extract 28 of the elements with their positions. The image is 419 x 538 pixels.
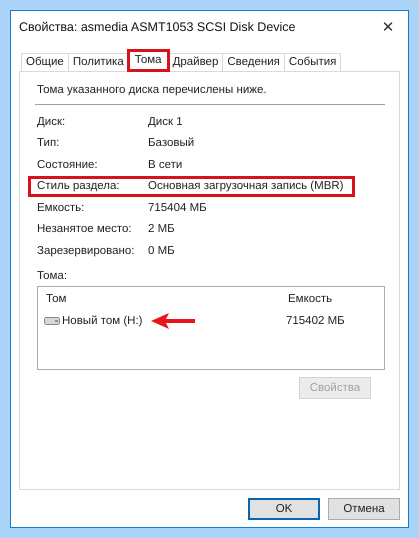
property-value: Основная загрузочная запись (MBR): [148, 180, 344, 192]
tab[interactable]: События: [284, 53, 342, 71]
column-header: Емкость: [288, 292, 332, 304]
property-value: 715404 МБ: [148, 202, 207, 214]
property-value: Диск 1: [148, 116, 183, 128]
property-value: Базовый: [148, 137, 194, 150]
property-label: Диск:: [37, 116, 66, 128]
tab[interactable]: Общие: [21, 53, 69, 71]
ok-button[interactable]: OK: [248, 498, 320, 520]
property-label: Тип:: [37, 137, 60, 150]
column-header: Том: [45, 292, 68, 304]
window-title: Свойства: asmedia ASMT1053 SCSI Disk Device: [19, 20, 296, 34]
property-label: Зарезервировано:: [37, 244, 136, 257]
property-label: Емкость:: [37, 202, 86, 214]
property-label: Незанятое место:: [37, 223, 133, 236]
property-value: 2 МБ: [148, 223, 175, 236]
close-button[interactable]: ✕: [368, 12, 408, 42]
volumes-label: Тома:: [36, 270, 68, 282]
tab[interactable]: Тома: [128, 50, 169, 71]
volume-name[interactable]: Новый том (H:): [62, 314, 142, 326]
property-label: Стиль раздела:: [37, 180, 121, 192]
cancel-button[interactable]: Отмена: [328, 498, 400, 520]
description-text: Тома указанного диска перечислены ниже.: [36, 83, 268, 96]
property-value: 0 МБ: [148, 244, 175, 257]
drive-icon: [44, 316, 60, 326]
property-value: В сети: [148, 158, 182, 171]
property-label: Состояние:: [37, 158, 99, 171]
volume-capacity: 715402 МБ: [286, 314, 345, 326]
